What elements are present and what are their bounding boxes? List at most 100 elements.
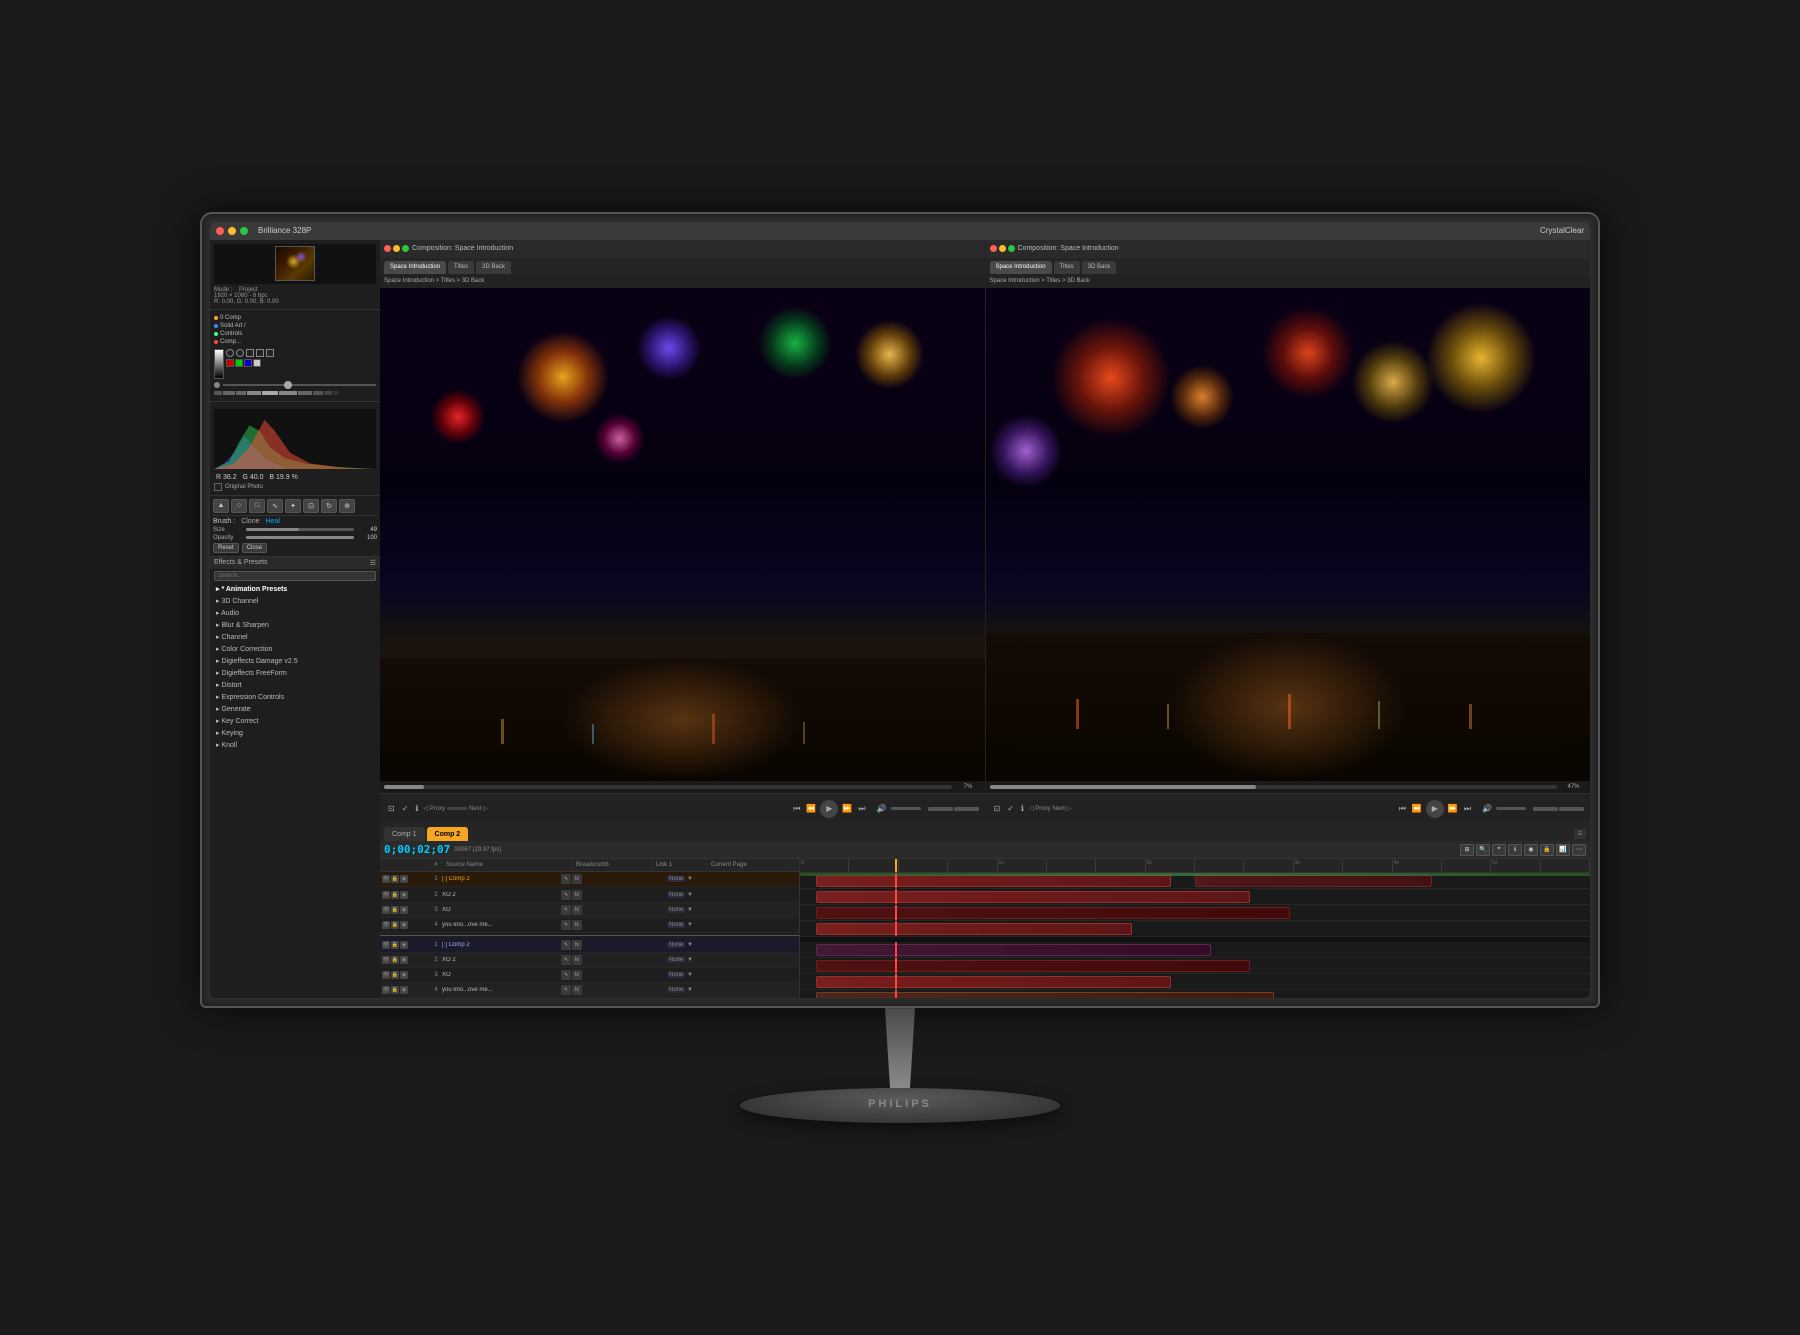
fx-pencil-3[interactable]: ✎ xyxy=(561,920,571,930)
fx-pencil-5[interactable]: ✎ xyxy=(561,955,571,965)
check-btn-right[interactable]: ✓ xyxy=(1005,802,1016,815)
tl-options[interactable]: ☰ xyxy=(1574,829,1586,839)
preset-expression[interactable]: ▸ Expression Controls xyxy=(210,691,380,703)
effects-search[interactable] xyxy=(214,571,376,581)
fx-fx-3[interactable]: fx xyxy=(572,920,582,930)
preset-generate[interactable]: ▸ Generate xyxy=(210,703,380,715)
tl-info[interactable]: ℹ xyxy=(1508,844,1522,856)
close-button[interactable]: Close xyxy=(242,543,267,553)
comp-tab-titles-left[interactable]: Titles xyxy=(448,261,474,274)
toggle-btn-right[interactable]: ⊡ xyxy=(992,802,1003,815)
traffic-green[interactable] xyxy=(240,227,248,235)
fx-fx-7[interactable]: fx xyxy=(572,985,582,995)
preset-distort[interactable]: ▸ Distort xyxy=(210,679,380,691)
fx-fx-1[interactable]: fx xyxy=(572,890,582,900)
next-frame-left[interactable]: ⏭ xyxy=(856,802,867,816)
lock-5[interactable]: 🔒 xyxy=(391,956,399,964)
tl-solo[interactable]: ◉ xyxy=(1524,844,1538,856)
eye-6[interactable]: 👁 xyxy=(382,971,390,979)
eye-2[interactable]: 👁 xyxy=(382,906,390,914)
comp-yellow-left[interactable] xyxy=(393,245,400,252)
next-frame-right[interactable]: ⏭ xyxy=(1462,802,1473,816)
play-btn-right[interactable]: ▶ xyxy=(1426,800,1444,818)
tl-graph[interactable]: 📊 xyxy=(1556,844,1570,856)
fx-fx-5[interactable]: fx xyxy=(572,955,582,965)
tl-lock[interactable]: 🔒 xyxy=(1540,844,1554,856)
lock-7[interactable]: 🔒 xyxy=(391,986,399,994)
reset-button[interactable]: Reset xyxy=(213,543,239,553)
preset-knoll[interactable]: ▸ Knoll xyxy=(210,739,380,751)
fx-pencil-4[interactable]: ✎ xyxy=(561,940,571,950)
preset-digieffects-freeform[interactable]: ▸ Digieffects FreeForm xyxy=(210,667,380,679)
comp-green-left[interactable] xyxy=(402,245,409,252)
eye-0[interactable]: 👁 xyxy=(382,875,390,883)
tl-toggle-view[interactable]: ⊞ xyxy=(1460,844,1474,856)
block-3[interactable] xyxy=(816,923,1132,935)
step-fwd-right[interactable]: ⏩ xyxy=(1446,802,1460,815)
block-0-1[interactable] xyxy=(816,875,1172,887)
fx-pencil-1[interactable]: ✎ xyxy=(561,890,571,900)
lock-6[interactable]: 🔒 xyxy=(391,971,399,979)
tab-comp1[interactable]: Comp 1 xyxy=(384,827,425,841)
volume-btn-left[interactable]: 🔊 xyxy=(875,802,889,815)
check-btn-left[interactable]: ✓ xyxy=(400,802,411,815)
comp-tab-3dback-right[interactable]: 3D Back xyxy=(1082,261,1117,274)
preset-3d-channel[interactable]: ▸ 3D Channel xyxy=(210,595,380,607)
step-back-left[interactable]: ⏪ xyxy=(804,802,818,815)
toggle-btn-left[interactable]: ⊡ xyxy=(386,802,397,815)
traffic-red[interactable] xyxy=(216,227,224,235)
comp-tab-3dback-left[interactable]: 3D Back xyxy=(476,261,511,274)
preset-key-correct[interactable]: ▸ Key Correct xyxy=(210,715,380,727)
volume-slider-left[interactable] xyxy=(891,807,921,810)
step-fwd-left[interactable]: ⏩ xyxy=(840,802,854,815)
solo-7[interactable]: ◉ xyxy=(400,986,408,994)
comp-tab-titles-right[interactable]: Titles xyxy=(1054,261,1080,274)
comp-green-right[interactable] xyxy=(1008,245,1015,252)
solo-3[interactable]: ◉ xyxy=(400,921,408,929)
comp-red-right[interactable] xyxy=(990,245,997,252)
solo-5[interactable]: ◉ xyxy=(400,956,408,964)
prev-frame-right[interactable]: ⏮ xyxy=(1397,802,1408,816)
block-5[interactable] xyxy=(816,960,1251,972)
eye-3[interactable]: 👁 xyxy=(382,921,390,929)
fx-fx-0[interactable]: fx xyxy=(572,874,582,884)
block-0-2[interactable] xyxy=(1195,875,1432,887)
step-back-right[interactable]: ⏪ xyxy=(1410,802,1424,815)
solo-0[interactable]: ◉ xyxy=(400,875,408,883)
brush-clone[interactable]: Clone xyxy=(241,518,259,525)
preset-animation-presets[interactable]: ▸ * Animation Presets xyxy=(210,583,380,595)
block-2[interactable] xyxy=(816,907,1290,919)
original-photo-checkbox[interactable] xyxy=(214,483,222,491)
solo-6[interactable]: ◉ xyxy=(400,971,408,979)
info-btn-right[interactable]: ℹ xyxy=(1019,802,1026,815)
tool-rect[interactable]: □ xyxy=(249,499,265,513)
tool-crop[interactable]: ⊡ xyxy=(303,499,319,513)
info-btn-left[interactable]: ℹ xyxy=(413,802,420,815)
solo-1[interactable]: ◉ xyxy=(400,891,408,899)
lock-0[interactable]: 🔒 xyxy=(391,875,399,883)
lock-4[interactable]: 🔒 xyxy=(391,941,399,949)
traffic-yellow[interactable] xyxy=(228,227,236,235)
preset-digieffects-damage[interactable]: ▸ Digieffects Damage v2.5 xyxy=(210,655,380,667)
play-btn-left[interactable]: ▶ xyxy=(820,800,838,818)
fx-pencil-6[interactable]: ✎ xyxy=(561,970,571,980)
solo-2[interactable]: ◉ xyxy=(400,906,408,914)
eye-7[interactable]: 👁 xyxy=(382,986,390,994)
eye-1[interactable]: 👁 xyxy=(382,891,390,899)
tool-magic[interactable]: ✦ xyxy=(285,499,301,513)
volume-btn-right[interactable]: 🔊 xyxy=(1480,802,1494,815)
tl-search[interactable]: 🔍 xyxy=(1476,844,1490,856)
tool-zoom[interactable]: ⊕ xyxy=(339,499,355,513)
comp-tab-space-right[interactable]: Space Introduction xyxy=(990,261,1052,274)
tool-rotate[interactable]: ↻ xyxy=(321,499,337,513)
fx-fx-2[interactable]: fx xyxy=(572,905,582,915)
fx-pencil-2[interactable]: ✎ xyxy=(561,905,571,915)
tool-circle[interactable]: ○ xyxy=(231,499,247,513)
preset-keying[interactable]: ▸ Keying xyxy=(210,727,380,739)
size-slider[interactable] xyxy=(246,528,354,531)
lock-1[interactable]: 🔒 xyxy=(391,891,399,899)
fx-pencil-0[interactable]: ✎ xyxy=(561,874,571,884)
fx-fx-4[interactable]: fx xyxy=(572,940,582,950)
tool-lasso[interactable]: ∿ xyxy=(267,499,283,513)
tool-select[interactable]: ▲ xyxy=(213,499,229,513)
